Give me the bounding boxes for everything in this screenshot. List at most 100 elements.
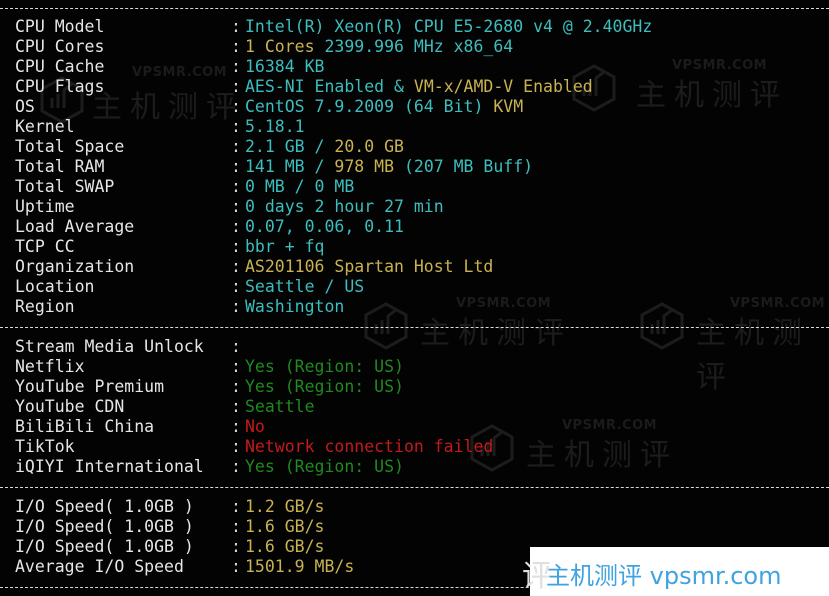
row-colon: : bbox=[231, 557, 241, 576]
stream-media-row: iQIYI International: Yes (Region: US) bbox=[15, 457, 404, 477]
row-label: I/O Speed( 1.0GB ) bbox=[15, 497, 194, 516]
row-colon: : bbox=[231, 377, 241, 396]
row-colon: : bbox=[231, 457, 241, 476]
row-value: KVM bbox=[493, 97, 524, 116]
watermark-url: VPSMR.COM bbox=[730, 296, 826, 311]
row-colon: : bbox=[231, 297, 241, 316]
row-value: 141 MB / bbox=[245, 157, 335, 176]
row-value: Yes (Region: US) bbox=[245, 357, 404, 376]
banner-text: 主机测评 vpsmr.com bbox=[546, 562, 782, 590]
row-colon: : bbox=[231, 97, 241, 116]
watermark-cn: 主机测评 bbox=[696, 316, 810, 395]
row-value: Seattle bbox=[245, 397, 315, 416]
system-info-row: Load Average:0.07, 0.06, 0.11 bbox=[15, 217, 404, 237]
row-colon: : bbox=[231, 357, 241, 376]
io-speed-row: I/O Speed( 1.0GB ):1.6 GB/s bbox=[15, 537, 324, 557]
row-value: Network connection failed bbox=[245, 437, 494, 456]
watermark-cn: 主机测评 bbox=[420, 316, 572, 351]
system-info-row: CPU Cores:1 Cores 2399.996 MHz x86_64 bbox=[15, 37, 513, 57]
watermark-url: VPSMR.COM bbox=[562, 418, 658, 433]
row-colon: : bbox=[231, 337, 241, 356]
io-speed-row: Average I/O Speed:1501.9 MB/s bbox=[15, 557, 354, 577]
row-label: BiliBili China bbox=[15, 417, 155, 436]
row-label: TCP CC bbox=[15, 237, 75, 256]
io-speed-row: I/O Speed( 1.0GB ):1.6 GB/s bbox=[15, 517, 324, 537]
row-value: 1.2 GB/s bbox=[245, 497, 325, 516]
row-label: CPU Cores bbox=[15, 37, 105, 56]
row-value: Washington bbox=[245, 297, 345, 316]
system-info-row: CPU Cache:16384 KB bbox=[15, 57, 324, 77]
row-colon: : bbox=[231, 177, 241, 196]
watermark-url: VPSMR.COM bbox=[672, 58, 768, 73]
row-label: I/O Speed( 1.0GB ) bbox=[15, 517, 194, 536]
site-banner: 评 主机测评 vpsmr.com bbox=[522, 547, 829, 596]
row-value: AES-NI Enabled & bbox=[245, 77, 414, 96]
row-value: 16384 KB bbox=[245, 57, 325, 76]
row-colon: : bbox=[231, 257, 241, 276]
row-value: Yes (Region: US) bbox=[245, 377, 404, 396]
system-info-row: Total SWAP:0 MB / 0 MB bbox=[15, 177, 354, 197]
row-label: CPU Cache bbox=[15, 57, 105, 76]
row-value: Intel(R) Xeon(R) CPU E5-2680 v4 @ 2.40GH… bbox=[245, 17, 653, 36]
system-info-row: TCP CC: bbr + fq bbox=[15, 237, 324, 257]
row-label: Total RAM bbox=[15, 157, 105, 176]
stream-media-row: TikTok: Network connection failed bbox=[15, 437, 493, 457]
watermark-cn: 主机测评 bbox=[526, 438, 678, 473]
watermark: VPSMR.COM 主机测评 bbox=[640, 296, 829, 395]
watermark-logo-icon bbox=[364, 302, 408, 350]
row-value: 978 MB bbox=[334, 157, 395, 176]
watermark: VPSMR.COM 主机测评 bbox=[470, 418, 690, 498]
row-label: CPU Model bbox=[15, 17, 105, 36]
row-colon: : bbox=[231, 117, 241, 136]
system-info-row: Uptime:0 days 2 hour 27 min bbox=[15, 197, 444, 217]
row-value: 0.07, 0.06, 0.11 bbox=[245, 217, 404, 236]
row-value: 20.0 GB bbox=[334, 137, 404, 156]
row-value: 1501.9 MB/s bbox=[245, 557, 355, 576]
system-info-row: Region: Washington bbox=[15, 297, 344, 317]
system-info-row: Location: Seattle / US bbox=[15, 277, 364, 297]
row-colon: : bbox=[231, 277, 241, 296]
row-value: Yes (Region: US) bbox=[245, 457, 404, 476]
row-value: 5.18.1 bbox=[245, 117, 305, 136]
row-label: CPU Flags bbox=[15, 77, 105, 96]
row-label: Average I/O Speed bbox=[15, 557, 184, 576]
row-colon: : bbox=[231, 437, 241, 456]
row-label: Uptime bbox=[15, 197, 75, 216]
row-label: Load Average bbox=[15, 217, 135, 236]
row-colon: : bbox=[231, 217, 241, 236]
io-speed-row: I/O Speed( 1.0GB ):1.2 GB/s bbox=[15, 497, 324, 517]
row-colon: : bbox=[231, 417, 241, 436]
row-label: Location bbox=[15, 277, 95, 296]
watermark: VPSMR.COM 主机测评 bbox=[572, 56, 792, 136]
row-colon: : bbox=[231, 17, 241, 36]
row-value: 0 days 2 hour 27 min bbox=[245, 197, 444, 216]
system-info-row: CPU Flags: AES-NI Enabled & VM-x/AMD-V En… bbox=[15, 77, 593, 97]
terminal-output: VPSMR.COM 主机测评 VPSMR.COM 主机测评 VPSMR.COM … bbox=[0, 0, 829, 596]
row-value: CentOS 7.9.2009 (64 Bit) bbox=[245, 97, 494, 116]
row-colon: : bbox=[231, 237, 241, 256]
system-info-row: Kernel:5.18.1 bbox=[15, 117, 305, 137]
row-label: OS bbox=[15, 97, 35, 116]
row-colon: : bbox=[231, 537, 241, 556]
row-value: 2.1 GB / bbox=[245, 137, 335, 156]
row-label: I/O Speed( 1.0GB ) bbox=[15, 537, 194, 556]
row-colon: : bbox=[231, 137, 241, 156]
system-info-row: CPU Model: Intel(R) Xeon(R) CPU E5-2680 v… bbox=[15, 17, 652, 37]
separator-line bbox=[0, 8, 829, 9]
row-colon: : bbox=[231, 517, 241, 536]
row-value: No bbox=[245, 417, 265, 436]
watermark-logo-icon bbox=[640, 302, 684, 350]
row-label: YouTube Premium bbox=[15, 377, 165, 396]
row-value: 0 MB / 0 MB bbox=[245, 177, 355, 196]
row-value: Seattle / US bbox=[245, 277, 365, 296]
row-label: Total SWAP bbox=[15, 177, 115, 196]
row-value: 1 Cores bbox=[245, 37, 325, 56]
stream-media-row: Netflix: Yes (Region: US) bbox=[15, 357, 404, 377]
row-label: Total Space bbox=[15, 137, 125, 156]
system-info-row: Total RAM:141 MB / 978 MB (207 MB Buff) bbox=[15, 157, 533, 177]
stream-media-row: BiliBili China: No bbox=[15, 417, 265, 437]
row-value: AS201106 Spartan Host Ltd bbox=[245, 257, 494, 276]
row-value: bbr + fq bbox=[245, 237, 325, 256]
separator-line bbox=[0, 487, 829, 488]
row-label: iQIYI International bbox=[15, 457, 204, 476]
